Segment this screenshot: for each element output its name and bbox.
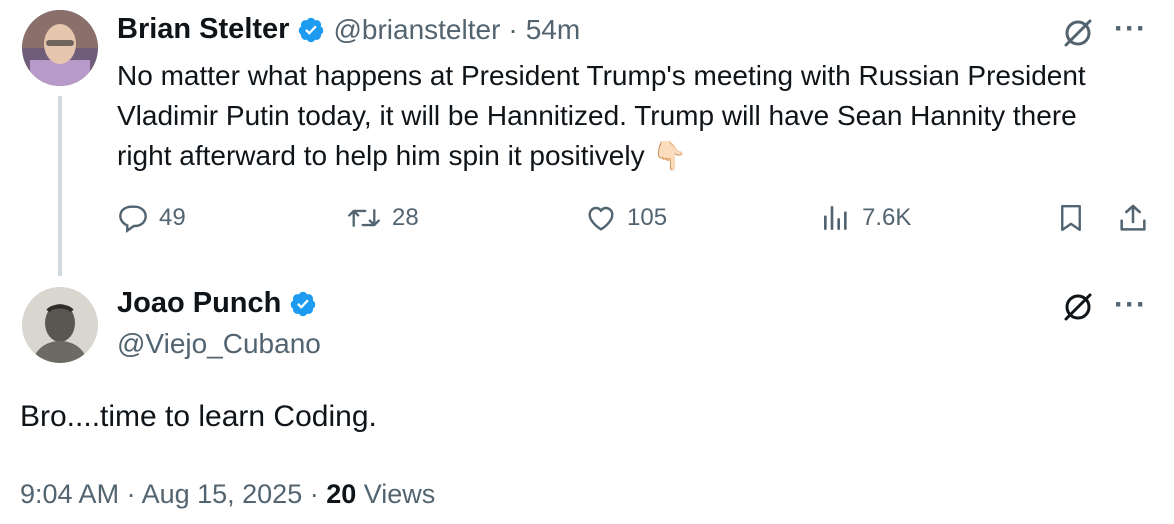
share-icon[interactable] — [1117, 202, 1149, 234]
tweet1-text: No matter what happens at President Trum… — [117, 56, 1137, 176]
author-name[interactable]: Brian Stelter — [117, 13, 289, 46]
post-time[interactable]: 54m — [526, 14, 580, 46]
reply-button[interactable]: 49 — [117, 202, 186, 234]
author-handle[interactable]: @brianstelter — [333, 14, 500, 46]
views-button[interactable]: 7.6K — [820, 202, 911, 234]
views-count: 20 — [326, 479, 357, 509]
reply-count: 49 — [159, 204, 186, 231]
more-icon[interactable]: ··· — [1114, 290, 1147, 320]
tweet2-meta: 9:04 AM · Aug 15, 2025 · 20 Views — [20, 479, 435, 510]
author-name[interactable]: Joao Punch — [117, 287, 281, 320]
verified-badge-icon — [289, 290, 317, 318]
pointing-down-emoji: 👇🏻 — [652, 140, 688, 171]
retweet-count: 28 — [392, 204, 419, 231]
like-count: 105 — [627, 204, 668, 231]
post-timestamp[interactable]: 9:04 AM · Aug 15, 2025 · — [20, 479, 326, 509]
avatar-photo — [22, 10, 98, 86]
grok-icon[interactable] — [1060, 15, 1096, 51]
tweet1-body: No matter what happens at President Trum… — [117, 60, 1086, 171]
avatar-brian-stelter[interactable] — [22, 10, 98, 86]
tweet2-text: Bro....time to learn Coding. — [20, 400, 377, 433]
separator-dot: · — [508, 13, 518, 45]
verified-badge-icon — [297, 16, 325, 44]
grok-icon[interactable] — [1060, 289, 1096, 325]
thread-connector-line — [58, 96, 62, 276]
views-count: 7.6K — [862, 204, 912, 231]
tweet2-header: Joao Punch — [117, 287, 317, 320]
views-label: Views — [356, 479, 436, 509]
avatar-joao-punch[interactable] — [22, 287, 98, 363]
bookmark-icon[interactable] — [1056, 202, 1086, 234]
avatar-photo — [22, 287, 98, 363]
views-icon — [820, 202, 852, 234]
like-button[interactable]: 105 — [585, 202, 667, 234]
retweet-button[interactable]: 28 — [346, 202, 419, 234]
retweet-icon — [346, 202, 382, 234]
heart-icon — [585, 202, 617, 234]
reply-icon — [117, 202, 149, 234]
tweet1-header: Brian Stelter @brianstelter · 54m — [117, 13, 580, 46]
author-handle[interactable]: @Viejo_Cubano — [117, 328, 321, 360]
more-icon[interactable]: ··· — [1114, 14, 1147, 44]
